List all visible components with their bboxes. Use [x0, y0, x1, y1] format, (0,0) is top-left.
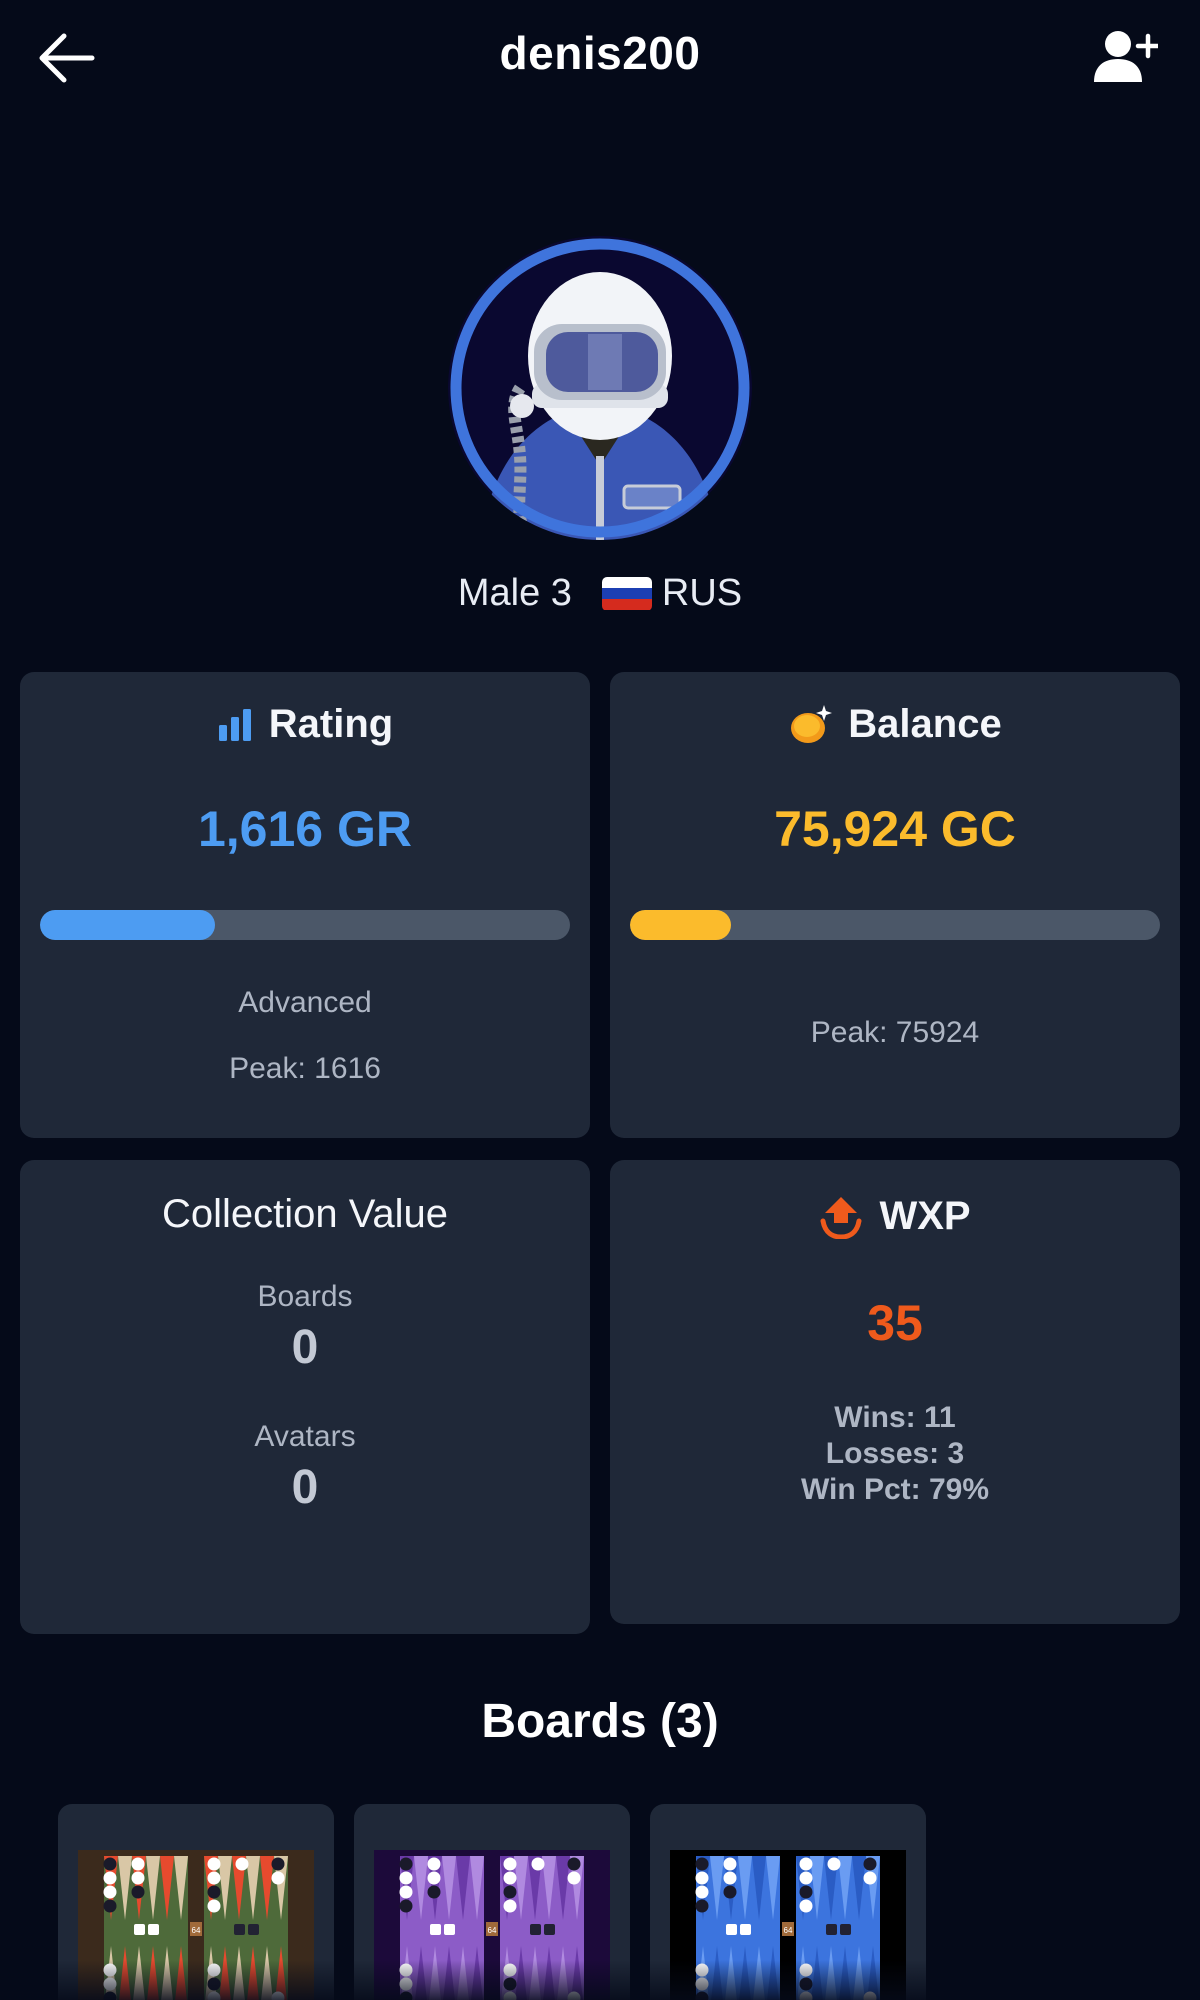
avatar-ring	[450, 238, 750, 538]
boards-section-title: Boards (3)	[481, 1695, 719, 1748]
identity-row: Male 3 RUS	[0, 572, 1200, 615]
balance-title-row: Balance	[610, 702, 1180, 747]
wxp-title-row: WXP	[610, 1194, 1180, 1239]
wxp-wins: Wins: 11	[834, 1401, 956, 1434]
wxp-losses: Losses: 3	[825, 1437, 965, 1470]
top-bar: denis200	[0, 0, 1200, 115]
balance-peak: Peak: 75924	[810, 1016, 980, 1049]
board-thumbnail: 64	[78, 1850, 314, 2000]
level-up-icon	[819, 1195, 863, 1239]
wxp-card: WXP 35 Wins: 11 Losses: 3 Win Pct: 79%	[610, 1160, 1180, 1624]
profile-avatar	[448, 236, 752, 540]
rating-card: Rating 1,616 GR Advanced Peak: 1616	[20, 672, 590, 1138]
board-thumbnail: 64	[374, 1850, 610, 2000]
board-thumbnail: 64	[670, 1850, 906, 2000]
page-title: denis200	[499, 27, 701, 79]
balance-card: Balance 75,924 GC Peak: 75924	[610, 672, 1180, 1138]
russia-flag-icon	[601, 576, 652, 611]
rating-title: Rating	[268, 702, 394, 746]
balance-progress-bar	[630, 910, 1160, 940]
coin-icon	[788, 703, 833, 747]
doubling-cube-label: 64	[488, 1926, 497, 1935]
balance-progress-fill	[630, 910, 731, 940]
balance-value: 75,924 GC	[774, 801, 1016, 857]
wxp-title: WXP	[879, 1194, 971, 1238]
rating-value: 1,616 GR	[197, 801, 412, 857]
board-card[interactable]: 64	[650, 1804, 926, 2000]
rating-title-row: Rating	[20, 702, 590, 747]
wxp-value: 35	[867, 1295, 923, 1351]
rating-progress-bar	[40, 910, 570, 940]
rating-level: Advanced	[238, 986, 372, 1019]
user-plus-icon	[1094, 31, 1161, 82]
doubling-cube-label: 64	[192, 1926, 201, 1935]
balance-title: Balance	[848, 702, 1002, 746]
collection-avatars-label: Avatars	[254, 1420, 356, 1453]
doubling-cube-label: 64	[784, 1926, 793, 1935]
avatar-name: Male 3	[457, 572, 572, 614]
collection-boards-value: 0	[291, 1321, 319, 1374]
add-friend-button[interactable]	[1092, 28, 1161, 84]
collection-value-card: Collection Value Boards 0 Avatars 0	[20, 1160, 590, 1634]
rating-peak: Peak: 1616	[229, 1052, 381, 1085]
board-card[interactable]: 64	[58, 1804, 334, 2000]
bar-chart-icon	[217, 707, 253, 743]
collection-title: Collection Value	[161, 1192, 449, 1236]
country-code: RUS	[661, 572, 743, 614]
collection-boards-label: Boards	[257, 1280, 353, 1313]
rating-progress-fill	[40, 910, 215, 940]
wxp-win-pct: Win Pct: 79%	[800, 1473, 990, 1506]
board-card[interactable]: 64	[354, 1804, 630, 2000]
collection-avatars-value: 0	[291, 1461, 319, 1514]
